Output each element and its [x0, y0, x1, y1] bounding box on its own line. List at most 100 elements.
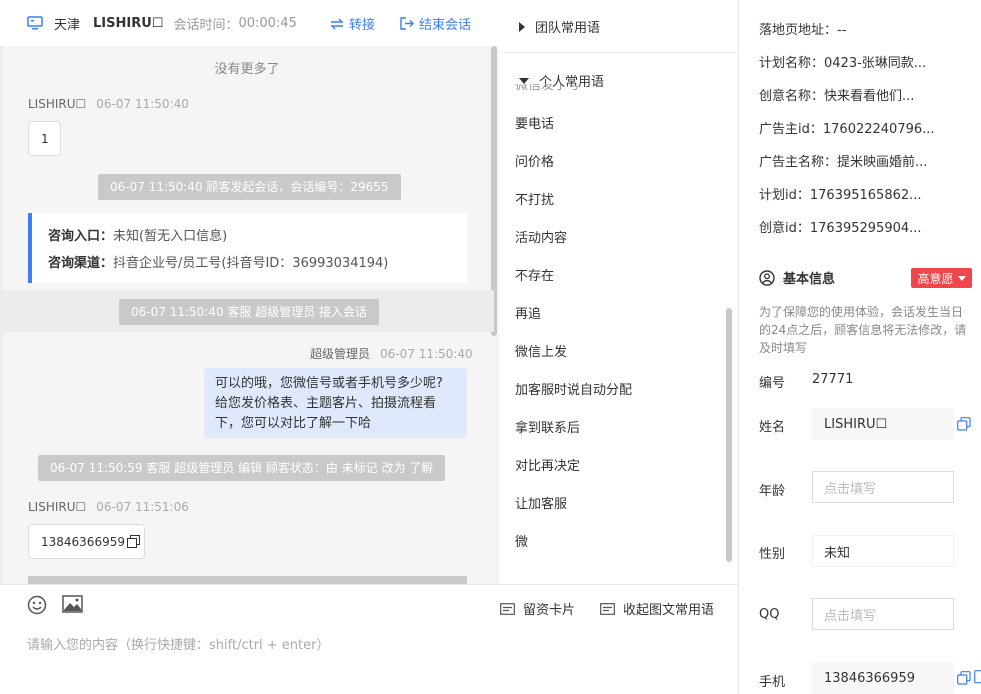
- phrase-item[interactable]: 再追: [515, 306, 632, 344]
- id-value: 27771: [812, 372, 854, 387]
- message-meta: 超级管理员 06-07 11:50:40: [310, 345, 473, 362]
- end-session-label: 结束会话: [419, 18, 472, 33]
- advertiser-id-row: 广告主id：176022240796...: [759, 118, 935, 137]
- age-placeholder: 点击填写: [824, 481, 877, 497]
- plan-id-row: 计划id：176395165862...: [759, 184, 922, 203]
- card-icon: [600, 602, 615, 615]
- caret-right-icon: [519, 21, 525, 32]
- age-input[interactable]: 点击填写: [812, 471, 954, 503]
- phrase-item[interactable]: 不打扰: [515, 192, 632, 230]
- system-message: 06-07 11:50:40 顾客发起会话，会话编号：29655: [98, 174, 401, 200]
- customer-name: LISHIRU☐: [93, 15, 164, 31]
- age-label: 年龄: [759, 484, 786, 499]
- collapse-phrases-button[interactable]: 收起图文常用语: [600, 599, 714, 618]
- gender-select[interactable]: 未知: [812, 535, 954, 567]
- caret-down-icon: [519, 77, 529, 84]
- plan-name-row: 计划名称：0423-张琳同款...: [759, 52, 926, 71]
- message-time: 06-07 11:51:06: [96, 500, 189, 514]
- intent-tag[interactable]: 高意愿: [911, 268, 972, 288]
- phrase-list: 要电话 问价格 不打扰 活动内容 不存在 再追 微信上发 加客服时说自动分配 拿…: [515, 116, 632, 572]
- consult-info-card: 咨询入口：未知(暂无入口信息) 咨询渠道：抖音企业号/员工号(抖音号ID：369…: [28, 213, 467, 283]
- qq-label: QQ: [759, 607, 780, 622]
- message-line: 可以的哦，您微信号或者手机号多少呢?: [215, 376, 443, 391]
- collapse-phrases-label: 收起图文常用语: [623, 603, 715, 618]
- incoming-message: 13846366959: [28, 524, 145, 559]
- name-field: LISHIRU☐: [812, 408, 954, 440]
- message-time: 06-07 11:50:40: [96, 97, 189, 111]
- lead-card-label: 留资卡片: [523, 603, 576, 618]
- name-label: 姓名: [759, 420, 786, 435]
- creative-name-value: 快来看看他们...: [824, 89, 915, 104]
- phrase-item[interactable]: 微信上发: [515, 344, 632, 382]
- copy-icon[interactable]: [126, 535, 140, 548]
- message-meta: LISHIRU☐ 06-07 11:50:40: [28, 97, 189, 111]
- phrase-item[interactable]: 问价格: [515, 154, 632, 192]
- advertiser-name-value: 提米映画婚前...: [837, 155, 928, 170]
- phrase-item[interactable]: 拿到联系后: [515, 420, 632, 458]
- copy-icon[interactable]: [957, 417, 971, 431]
- user-circle-icon: [759, 269, 775, 286]
- end-session-button[interactable]: 结束会话: [400, 14, 471, 33]
- message-input[interactable]: 请输入您的内容（换行快捷键：shift/ctrl + enter）: [27, 634, 330, 653]
- phrase-item-partial[interactable]: 微信发了号: [515, 84, 585, 94]
- qq-placeholder: 点击填写: [824, 608, 877, 624]
- plan-name-value: 0423-张琳同款...: [824, 56, 927, 71]
- message-sender: 超级管理员: [310, 347, 371, 361]
- phone-label: 手机: [759, 675, 786, 690]
- creative-id-label: 创意id：: [759, 221, 810, 236]
- phone-field: 13846366959: [812, 662, 954, 694]
- advertiser-id-value: 176022240796...: [822, 122, 935, 137]
- team-phrases-label: 团队常用语: [535, 21, 601, 36]
- card-icon: [500, 602, 515, 615]
- name-value: LISHIRU☐: [824, 416, 888, 432]
- landing-page-label: 落地页地址：: [759, 23, 838, 38]
- divider: [499, 52, 738, 53]
- consult-channel-value: 抖音企业号/员工号(抖音号ID：36993034194): [113, 256, 389, 271]
- chat-panel: 天津 LISHIRU☐ 会话时间： 00:00:45 转接 结束会话 没有更多了…: [0, 0, 499, 584]
- phrase-item[interactable]: 对比再决定: [515, 458, 632, 496]
- outgoing-message: 可以的哦，您微信号或者手机号多少呢? 给您发价格表、主题客片、拍摄流程看 下，您…: [204, 368, 467, 438]
- plan-id-label: 计划id：: [759, 188, 810, 203]
- phrase-item[interactable]: 让加客服: [515, 496, 632, 534]
- id-label: 编号: [759, 376, 786, 391]
- chat-workspace: 天津 LISHIRU☐ 会话时间： 00:00:45 转接 结束会话 没有更多了…: [0, 0, 981, 694]
- landing-page-value: --: [837, 23, 847, 38]
- consult-entry-row: 咨询入口：未知(暂无入口信息): [48, 223, 467, 250]
- copy-icon[interactable]: [957, 671, 971, 685]
- qq-input[interactable]: 点击填写: [812, 598, 954, 630]
- phrase-item[interactable]: 不存在: [515, 268, 632, 306]
- consult-channel-row: 咨询渠道：抖音企业号/员工号(抖音号ID：36993034194): [48, 250, 467, 277]
- message-time: 06-07 11:50:40: [380, 347, 473, 361]
- system-message-partial: [28, 576, 467, 584]
- lead-card-button[interactable]: 留资卡片: [500, 599, 575, 618]
- incoming-message: 1: [28, 121, 61, 156]
- phrases-scrollbar[interactable]: [726, 308, 732, 562]
- gender-label: 性别: [759, 547, 786, 562]
- phone-value: 13846366959: [824, 670, 915, 686]
- edit-notice: 为了保障您的使用体验，会话发生当日的24点之后，顾客信息将无法修改，请及时填写: [759, 305, 967, 355]
- call-icon-partial[interactable]: [974, 670, 981, 684]
- message-input-area: 留资卡片 收起图文常用语 请输入您的内容（换行快捷键：shift/ctrl + …: [0, 584, 738, 694]
- phrase-item[interactable]: 微: [515, 534, 632, 572]
- gender-value: 未知: [824, 545, 851, 561]
- phrase-item[interactable]: 要电话: [515, 116, 632, 154]
- team-phrases-group[interactable]: 团队常用语: [519, 17, 600, 36]
- advertiser-name-row: 广告主名称：提米映画婚前...: [759, 151, 927, 170]
- message-sender: LISHIRU☐: [28, 500, 87, 514]
- quick-phrases-panel: 团队常用语 个人常用语 微信发了号 要电话 问价格 不打扰 活动内容 不存在 再…: [499, 0, 738, 584]
- phrase-item[interactable]: 活动内容: [515, 230, 632, 268]
- system-message: 06-07 11:50:40 客服 超级管理员 接入会话: [119, 299, 380, 325]
- plan-id-value: 176395165862...: [809, 188, 922, 203]
- customer-city: 天津: [54, 17, 81, 33]
- message-line: 下，您可以对比了解一下哈: [215, 416, 372, 431]
- basic-info-title: 基本信息: [759, 268, 835, 287]
- phrase-item[interactable]: 加客服时说自动分配: [515, 382, 632, 420]
- logout-icon: [400, 17, 414, 30]
- image-icon[interactable]: [62, 595, 83, 613]
- session-time: 00:00:45: [238, 15, 297, 31]
- emoji-icon[interactable]: [27, 595, 47, 615]
- creative-id-value: 176395295904...: [809, 221, 922, 236]
- creative-name-label: 创意名称：: [759, 89, 825, 104]
- creative-id-row: 创意id：176395295904...: [759, 217, 922, 236]
- transfer-button[interactable]: 转接: [330, 14, 375, 33]
